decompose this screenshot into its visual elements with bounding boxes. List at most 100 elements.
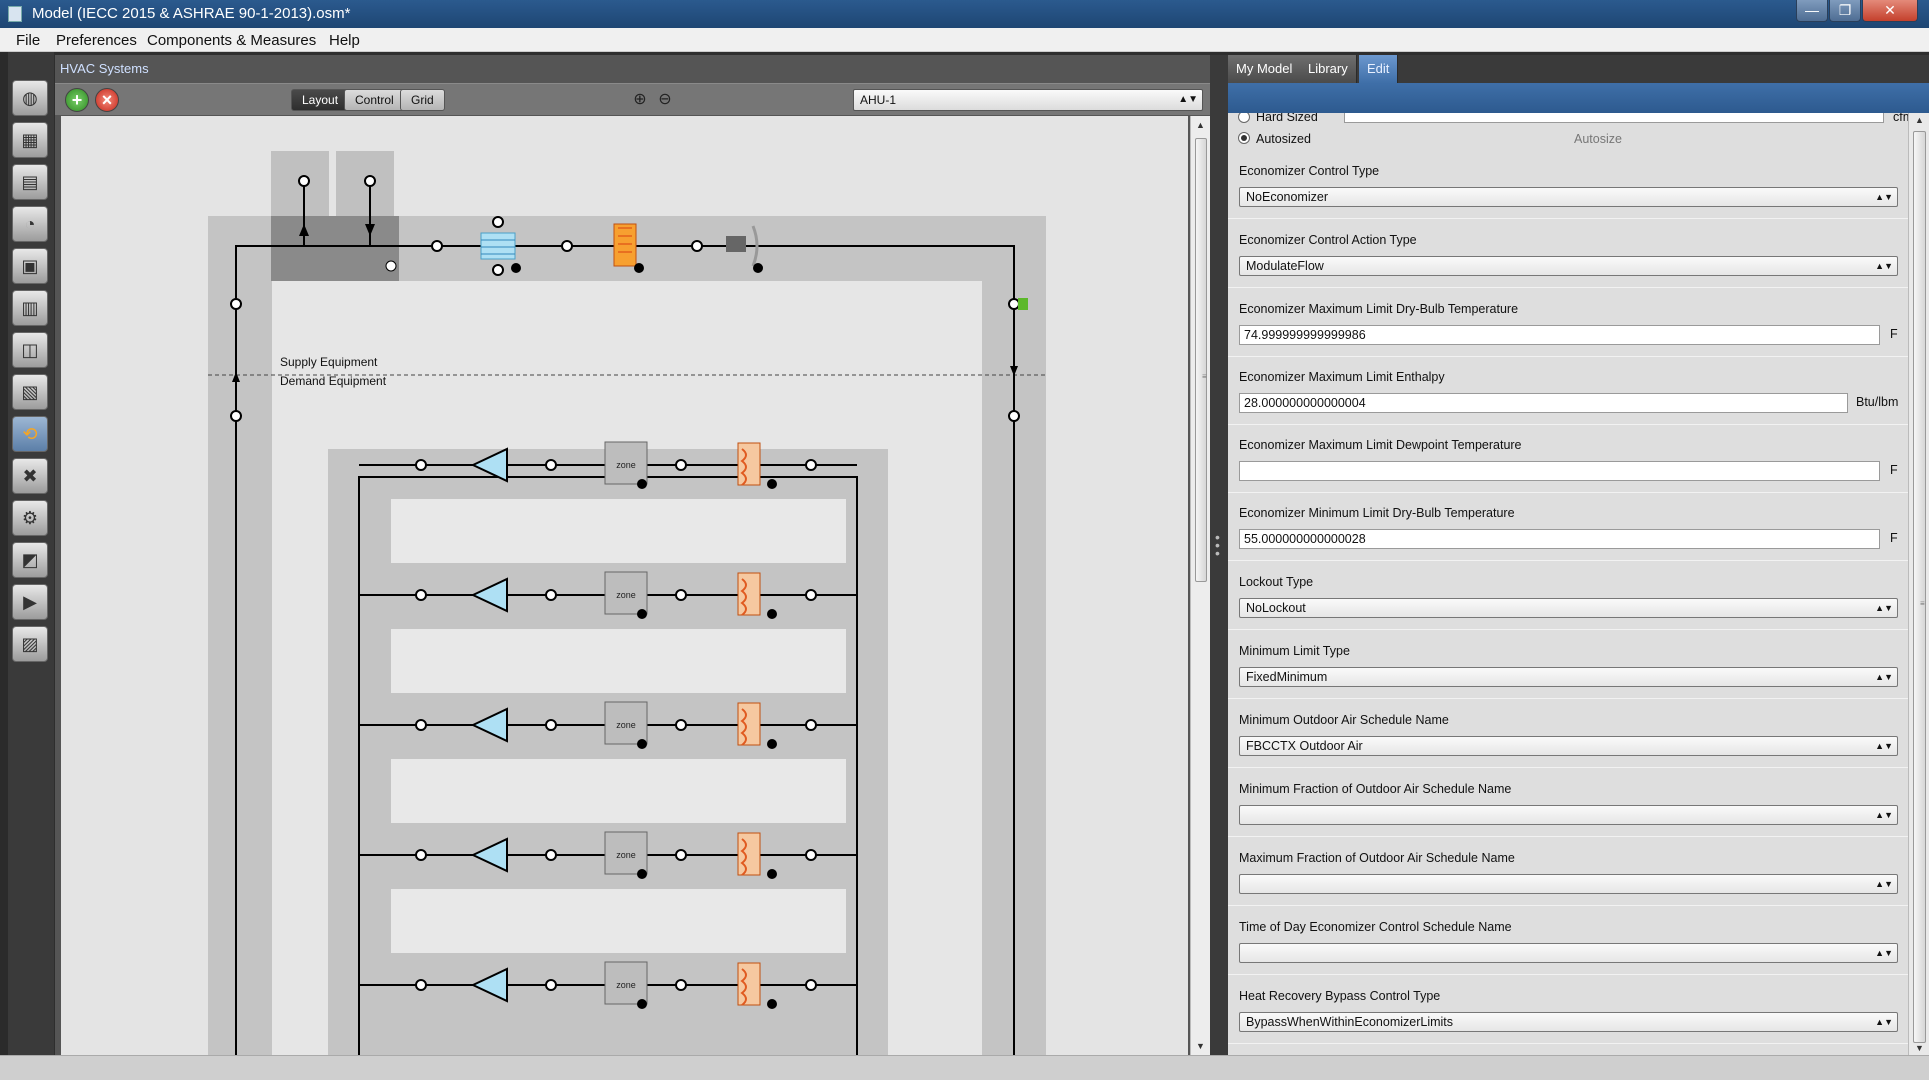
panel-splitter[interactable]: • • •	[1210, 55, 1228, 1055]
layout-button[interactable]: Layout	[291, 89, 350, 111]
econ-max-enthalpy-input[interactable]: 28.000000000000004	[1239, 393, 1848, 413]
scroll-up-icon[interactable]: ▲	[1915, 115, 1924, 125]
min-oa-schedule-select[interactable]: FBCCTX Outdoor Air ▲▼	[1239, 736, 1898, 756]
zone-label[interactable]: zone	[616, 460, 636, 470]
branch-node[interactable]	[545, 589, 557, 601]
branch-node[interactable]	[415, 719, 427, 731]
zoom-out-icon[interactable]: ⊖	[655, 90, 675, 110]
zone-branch-gap[interactable]	[391, 889, 846, 953]
results-icon[interactable]: ▨	[12, 626, 48, 662]
building-summary-icon[interactable]: ✖	[12, 458, 48, 494]
remove-zone-icon[interactable]	[637, 739, 647, 749]
menu-file[interactable]: File	[16, 32, 40, 49]
branch-node[interactable]	[675, 459, 687, 471]
inspector-scrollbar[interactable]: ▲ ≡ ▼	[1908, 113, 1929, 1055]
branch-node[interactable]	[805, 979, 817, 991]
facility-icon[interactable]: ▥	[12, 290, 48, 326]
scroll-thumb[interactable]: ≡	[1913, 131, 1926, 1043]
loads-icon[interactable]: ◔	[12, 206, 48, 242]
remove-coil-icon[interactable]	[767, 739, 777, 749]
thermal-zones-icon[interactable]: ▧	[12, 374, 48, 410]
branch-node[interactable]	[805, 459, 817, 471]
hard-sized-radio[interactable]	[1238, 113, 1250, 123]
remove-zone-icon[interactable]	[637, 609, 647, 619]
control-button[interactable]: Control	[344, 89, 405, 111]
zone-branch-gap[interactable]	[391, 759, 846, 823]
zone-label[interactable]: zone	[616, 720, 636, 730]
menu-preferences[interactable]: Preferences	[56, 32, 137, 49]
branch-node[interactable]	[675, 979, 687, 991]
branch-node[interactable]	[675, 849, 687, 861]
min-limit-type-select[interactable]: FixedMinimum ▲▼	[1239, 667, 1898, 687]
simulation-settings-icon[interactable]: ◩	[12, 542, 48, 578]
remove-zone-icon[interactable]	[637, 869, 647, 879]
remove-coil-icon[interactable]	[767, 479, 777, 489]
hvac-systems-icon[interactable]: ⟲	[12, 416, 48, 452]
remove-coil-icon[interactable]	[767, 869, 777, 879]
branch-node[interactable]	[545, 719, 557, 731]
maximize-button[interactable]: ❐	[1829, 0, 1861, 22]
spaces-icon[interactable]: ◫	[12, 332, 48, 368]
reheat-coil-icon[interactable]	[737, 572, 761, 616]
constructions-icon[interactable]: ▤	[12, 164, 48, 200]
schedules-icon[interactable]: ▦	[12, 122, 48, 158]
hard-sized-input[interactable]	[1344, 113, 1884, 123]
branch-node[interactable]	[805, 589, 817, 601]
branch-node[interactable]	[545, 979, 557, 991]
econ-min-drybulb-input[interactable]: 55.000000000000028	[1239, 529, 1880, 549]
max-frac-oa-schedule-select[interactable]: ▲▼	[1239, 874, 1898, 894]
econ-max-drybulb-input[interactable]: 74.999999999999986	[1239, 325, 1880, 345]
reheat-coil-icon[interactable]	[737, 702, 761, 746]
space-types-icon[interactable]: ▣	[12, 248, 48, 284]
measures-icon[interactable]: ⚙	[12, 500, 48, 536]
close-button[interactable]: ✕	[1862, 0, 1918, 22]
tab-edit[interactable]: Edit	[1359, 55, 1399, 83]
menu-help[interactable]: Help	[329, 32, 360, 49]
hr-bypass-type-select[interactable]: BypassWhenWithinEconomizerLimits ▲▼	[1239, 1012, 1898, 1032]
menu-components-measures[interactable]: Components & Measures	[147, 32, 316, 49]
lockout-type-select[interactable]: NoLockout ▲▼	[1239, 598, 1898, 618]
hvac-canvas[interactable]: Supply Equipment Demand Equipment × zone…	[61, 116, 1188, 1055]
branch-node[interactable]	[415, 459, 427, 471]
remove-zone-icon[interactable]	[637, 479, 647, 489]
tod-econ-schedule-select[interactable]: ▲▼	[1239, 943, 1898, 963]
airloop-select[interactable]: AHU-1 ▲▼	[853, 89, 1203, 111]
site-icon[interactable]: ◍	[12, 80, 48, 116]
scroll-up-icon[interactable]: ▲	[1196, 120, 1205, 130]
branch-node[interactable]	[545, 459, 557, 471]
branch-node[interactable]	[805, 719, 817, 731]
branch-node[interactable]	[675, 589, 687, 601]
run-simulation-icon[interactable]: ▶	[12, 584, 48, 620]
remove-zone-icon[interactable]	[637, 999, 647, 1009]
remove-coil-icon[interactable]	[767, 999, 777, 1009]
canvas-scrollbar[interactable]: ▲ ≡ ▼	[1190, 116, 1210, 1055]
reheat-coil-icon[interactable]	[737, 832, 761, 876]
scroll-down-icon[interactable]: ▼	[1196, 1041, 1205, 1051]
grid-button[interactable]: Grid	[400, 89, 445, 111]
econ-max-dewpoint-input[interactable]	[1239, 461, 1880, 481]
branch-node[interactable]	[415, 589, 427, 601]
scroll-down-icon[interactable]: ▼	[1915, 1043, 1924, 1053]
scroll-thumb[interactable]: ≡	[1195, 138, 1207, 582]
minimize-button[interactable]: —	[1796, 0, 1828, 22]
min-frac-oa-schedule-select[interactable]: ▲▼	[1239, 805, 1898, 825]
branch-node[interactable]	[415, 849, 427, 861]
zone-label[interactable]: zone	[616, 980, 636, 990]
econ-action-type-select[interactable]: ModulateFlow ▲▼	[1239, 256, 1898, 276]
branch-node[interactable]	[675, 719, 687, 731]
zone-label[interactable]: zone	[616, 590, 636, 600]
tab-my-model[interactable]: My Model	[1228, 55, 1302, 83]
zone-branch-gap[interactable]	[391, 499, 846, 563]
zone-label[interactable]: zone	[616, 850, 636, 860]
branch-node[interactable]	[805, 849, 817, 861]
add-loop-button[interactable]: +	[65, 88, 89, 112]
tab-library[interactable]: Library	[1300, 55, 1357, 83]
remove-loop-button[interactable]: ×	[95, 88, 119, 112]
branch-node[interactable]	[545, 849, 557, 861]
reheat-coil-icon[interactable]	[737, 442, 761, 486]
reheat-coil-icon[interactable]	[737, 962, 761, 1006]
branch-node[interactable]	[415, 979, 427, 991]
autosized-radio[interactable]	[1238, 132, 1250, 144]
zone-branch-gap[interactable]	[391, 629, 846, 693]
remove-coil-icon[interactable]	[767, 609, 777, 619]
